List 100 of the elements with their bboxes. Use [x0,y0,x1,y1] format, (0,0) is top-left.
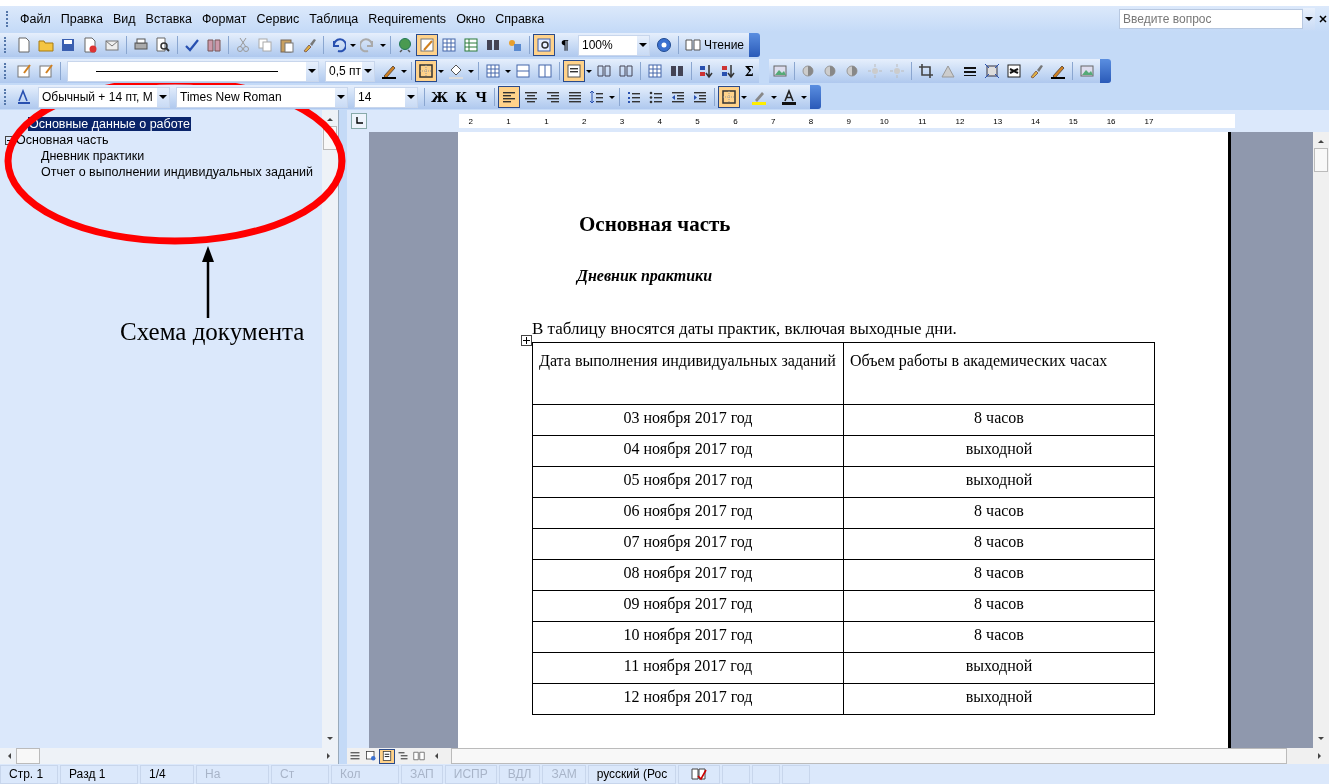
toolbar-button[interactable]: К [451,86,472,108]
folder-icon [38,37,54,53]
vertical-scrollbar[interactable] [322,110,338,748]
columns-icon [485,37,501,53]
ruler-number: 2 [467,116,473,126]
toolbar-button[interactable] [718,86,741,108]
font-color-icon [781,89,798,105]
align-icon [566,63,582,79]
undo-icon [330,37,346,53]
collapse-icon[interactable] [5,135,14,145]
brush-icon [301,37,317,53]
columns-icon [669,63,685,79]
outdent-icon [670,89,687,105]
page-icon [16,37,32,53]
toolbar-button[interactable] [498,86,521,108]
scissors-icon [235,37,251,53]
toolbar-button[interactable]: ¶ [555,34,575,56]
toolbar-button[interactable]: Σ [739,60,759,82]
document-map-item[interactable]: Отчет о выполнении индивидуальных заданий [40,165,315,179]
menu-item[interactable]: Requirements [363,10,452,28]
ruler-number: 4 [656,116,662,126]
table-cell: 03 ноября 2017 год [532,404,844,436]
table-cell: выходной [843,652,1155,684]
pencil-icon [419,37,435,53]
table-cell: 07 ноября 2017 год [532,528,844,560]
menu-item[interactable]: Сервис [251,10,305,28]
combo-box[interactable]: 0,5 пт [325,60,375,82]
pen-icon [381,63,397,79]
heading: Основная часть [579,212,732,237]
menu-item[interactable]: Справка [490,10,550,28]
table-icon [537,63,553,79]
ruler-number: 3 [618,116,625,126]
picture-icon [772,63,788,79]
help-icon [656,37,672,53]
table-cell: выходной [843,683,1155,715]
sun-icon [889,63,905,79]
table-cell: 05 ноября 2017 год [532,466,844,498]
menu-item[interactable]: Файл [15,10,56,28]
ruler-number: 9 [845,116,851,126]
menu-item[interactable]: Формат [197,10,252,28]
compress-icon [984,63,1000,79]
menu-item[interactable]: Правка [55,10,108,28]
pen-icon [1050,63,1066,79]
toolbar-button[interactable] [533,34,555,56]
menu-item[interactable]: Таблица [304,10,364,28]
combo-box[interactable]: 14 [354,86,418,108]
toolbar-button[interactable] [563,60,585,82]
toolbar-options-button[interactable] [749,33,761,57]
toolbar-button[interactable] [416,34,438,56]
vertical-scrollbar[interactable] [1313,132,1329,748]
outline-view-icon [397,750,409,762]
document-map-item[interactable]: Дневник практики [40,149,146,163]
reading-button[interactable]: Чтение [682,34,748,56]
menu-item[interactable]: Вставка [140,10,198,28]
table-icon [515,63,531,79]
ruler-number: 8 [807,116,814,126]
menu-item[interactable]: Окно [451,10,491,28]
horizontal-scrollbar[interactable] [0,748,338,764]
checkmark-icon [184,37,200,53]
ruler-number: 6 [732,116,738,126]
contrast-icon [823,63,839,79]
columns-icon [618,63,634,79]
align-left-icon [501,89,518,105]
border-icon [418,63,434,79]
line-style-box[interactable] [67,60,319,82]
toolbar-button[interactable]: Ч [471,86,492,108]
book-icon [206,37,222,53]
view-button[interactable] [379,748,395,764]
combo-box[interactable]: 100% [578,34,650,56]
table-header-cell: Дата выполнения индивидуальных заданий [532,342,844,405]
table-cell: 04 ноября 2017 год [532,435,844,467]
table-cell: 8 часов [843,559,1155,591]
printer-icon [133,37,149,53]
annotation-caption: Схема документа [120,318,305,346]
document-map-item[interactable]: Основная часть [15,133,110,147]
sun-icon [867,63,883,79]
table-icon [647,63,663,79]
ruler-number: 12 [954,116,965,126]
ruler-number: 14 [1030,116,1040,126]
table-move-handle[interactable] [521,335,532,346]
triangle-icon [940,63,956,79]
combo-box[interactable]: Times New Roman [176,86,348,108]
ruler-number: 5 [694,116,700,126]
toolbar-button[interactable]: Ж [428,86,452,108]
form-icon [38,63,54,79]
tab-stop-button[interactable] [351,113,367,129]
toolbar-button[interactable] [415,60,437,82]
clipboard-icon [279,37,295,53]
normal-view-icon [349,750,361,762]
table-cell: 8 часов [843,404,1155,436]
highlighter-icon [751,89,768,105]
line-spacing-icon [589,89,606,105]
menu-item[interactable]: Вид [107,10,141,28]
table-icon [485,63,501,79]
toolbar-options-button[interactable] [810,85,822,109]
help-search-field[interactable]: Введите вопрос [1119,9,1303,29]
globe-icon [397,37,413,53]
contrast-icon [801,63,817,79]
combo-box[interactable]: Обычный + 14 пт, М [38,86,170,108]
close-icon[interactable] [1319,15,1327,23]
